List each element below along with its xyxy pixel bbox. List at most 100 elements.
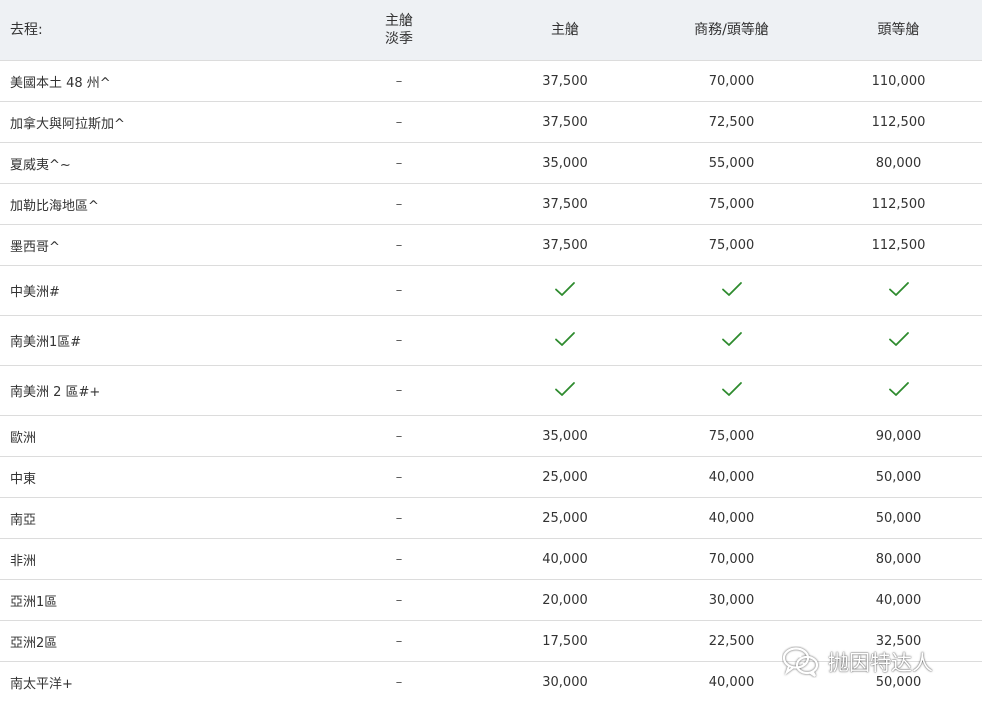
checkmark-icon xyxy=(554,331,576,347)
business-cell xyxy=(648,315,815,366)
main-cell: 20,000 xyxy=(482,579,648,621)
first-cell: 50,000 xyxy=(815,456,982,498)
destination-cell: 歐洲 xyxy=(0,415,316,457)
business-cell: 72,500 xyxy=(648,101,815,143)
saver-cell: – xyxy=(316,101,482,143)
destination-cell: 南太平洋+ xyxy=(0,661,316,702)
destination-cell: 夏威夷^~ xyxy=(0,142,316,184)
destination-cell: 非洲 xyxy=(0,538,316,580)
destination-cell: 加拿大與阿拉斯加^ xyxy=(0,101,316,143)
first-cell: 40,000 xyxy=(815,579,982,621)
destination-cell: 南亞 xyxy=(0,497,316,539)
main-cell: 17,500 xyxy=(482,620,648,662)
business-cell: 70,000 xyxy=(648,538,815,580)
checkmark-icon xyxy=(721,331,743,347)
main-cell: 37,500 xyxy=(482,101,648,143)
table-row: 加拿大與阿拉斯加^ –37,500 72,500 112,500 xyxy=(0,101,982,143)
business-cell: 55,000 xyxy=(648,142,815,184)
destination-cell: 南美洲1區# xyxy=(0,315,316,366)
checkmark-icon xyxy=(888,281,910,297)
destination-cell: 加勒比海地區^ xyxy=(0,183,316,225)
first-cell: 112,500 xyxy=(815,224,982,266)
saver-cell: – xyxy=(316,60,482,102)
saver-cell: – xyxy=(316,497,482,539)
main-cell: 35,000 xyxy=(482,415,648,457)
business-cell: 70,000 xyxy=(648,60,815,102)
saver-cell: – xyxy=(316,265,482,316)
main-cell: 37,500 xyxy=(482,183,648,225)
saver-cell: – xyxy=(316,415,482,457)
wechat-icon xyxy=(782,646,820,678)
main-cell: 30,000 xyxy=(482,661,648,702)
table-row: 夏威夷^~ –35,000 55,000 80,000 xyxy=(0,142,982,184)
main-cell: 25,000 xyxy=(482,456,648,498)
watermark-text: 抛因特达人 xyxy=(828,651,933,675)
table-row: 美國本土 48 州^ –37,500 70,000 110,000 xyxy=(0,60,982,102)
destination-cell: 中東 xyxy=(0,456,316,498)
saver-cell: – xyxy=(316,538,482,580)
destination-cell: 亞洲1區 xyxy=(0,579,316,621)
first-cell xyxy=(815,365,982,416)
first-cell xyxy=(815,265,982,316)
header-main: 主艙 xyxy=(551,22,579,38)
checkmark-icon xyxy=(721,281,743,297)
first-cell: 80,000 xyxy=(815,142,982,184)
first-cell: 112,500 xyxy=(815,101,982,143)
watermark: 抛因特达人 xyxy=(782,644,933,680)
header-first: 頭等艙 xyxy=(877,22,920,38)
header-saver-line2: 淡季 xyxy=(385,31,413,47)
first-cell xyxy=(815,315,982,366)
business-cell: 75,000 xyxy=(648,224,815,266)
main-cell xyxy=(482,365,648,416)
business-cell: 30,000 xyxy=(648,579,815,621)
destination-cell: 中美洲# xyxy=(0,265,316,316)
table-row: 中東 –25,000 40,000 50,000 xyxy=(0,456,982,498)
checkmark-icon xyxy=(721,381,743,397)
main-cell: 25,000 xyxy=(482,497,648,539)
header-saver: 主艙 淡季 xyxy=(316,0,482,61)
checkmark-icon xyxy=(888,381,910,397)
main-cell: 37,500 xyxy=(482,60,648,102)
business-cell: 40,000 xyxy=(648,497,815,539)
saver-cell: – xyxy=(316,315,482,366)
saver-cell: – xyxy=(316,365,482,416)
checkmark-icon xyxy=(554,281,576,297)
saver-cell: – xyxy=(316,224,482,266)
destination-cell: 亞洲2區 xyxy=(0,620,316,662)
saver-cell: – xyxy=(316,142,482,184)
first-cell: 50,000 xyxy=(815,497,982,539)
checkmark-icon xyxy=(554,381,576,397)
award-chart-table: 去程: 主艙 淡季 主艙 商務/頭等艙 頭等艙 美國本土 48 州^ –37,50… xyxy=(0,0,982,702)
main-cell: 37,500 xyxy=(482,224,648,266)
main-cell xyxy=(482,315,648,366)
table-row: 歐洲 –35,000 75,000 90,000 xyxy=(0,415,982,457)
destination-cell: 美國本土 48 州^ xyxy=(0,60,316,102)
first-cell: 80,000 xyxy=(815,538,982,580)
business-cell: 40,000 xyxy=(648,456,815,498)
header-business: 商務/頭等艙 xyxy=(694,22,769,38)
saver-cell: – xyxy=(316,620,482,662)
saver-cell: – xyxy=(316,183,482,225)
table-row: 墨西哥^ –37,500 75,000 112,500 xyxy=(0,224,982,266)
table-row: 亞洲1區 –20,000 30,000 40,000 xyxy=(0,579,982,621)
saver-cell: – xyxy=(316,661,482,702)
business-cell xyxy=(648,365,815,416)
first-cell: 90,000 xyxy=(815,415,982,457)
main-cell: 35,000 xyxy=(482,142,648,184)
business-cell xyxy=(648,265,815,316)
header-saver-line1: 主艙 xyxy=(385,13,413,29)
checkmark-icon xyxy=(888,331,910,347)
table-row: 加勒比海地區^ –37,500 75,000 112,500 xyxy=(0,183,982,225)
first-cell: 110,000 xyxy=(815,60,982,102)
table-row: 南美洲 2 區#+ – xyxy=(0,365,982,416)
business-cell: 75,000 xyxy=(648,183,815,225)
first-cell: 112,500 xyxy=(815,183,982,225)
main-cell xyxy=(482,265,648,316)
main-cell: 40,000 xyxy=(482,538,648,580)
saver-cell: – xyxy=(316,456,482,498)
header-destination: 去程: xyxy=(10,22,43,38)
table-row: 南美洲1區# – xyxy=(0,315,982,366)
table-row: 中美洲# – xyxy=(0,265,982,316)
destination-cell: 墨西哥^ xyxy=(0,224,316,266)
table-row: 南亞 –25,000 40,000 50,000 xyxy=(0,497,982,539)
